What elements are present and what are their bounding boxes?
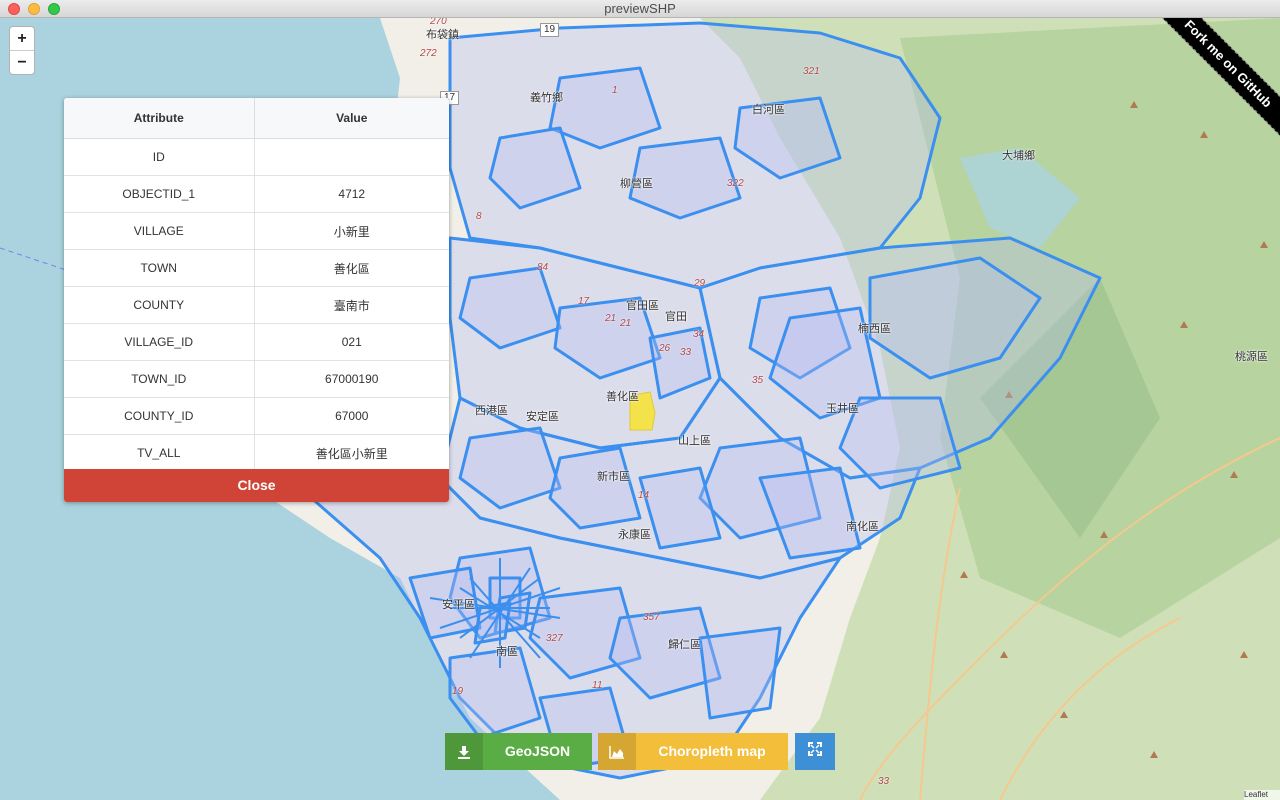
table-row: VILLAGE 小新里 [64,212,449,250]
geojson-button[interactable]: GeoJSON [445,733,592,770]
table-row: OBJECTID_1 4712 [64,175,449,213]
road-shield: 19 [540,23,560,37]
attribute-cell: TOWN [64,249,255,287]
map-label-guantian-district: 官田區 [626,300,659,312]
map-label-anding: 安定區 [526,411,559,423]
map-label-xigang: 西港區 [475,405,508,417]
table-row: TOWN 善化區 [64,249,449,287]
road-number: 270 [430,18,447,27]
road-number: 33 [680,347,692,358]
map-label-dapu: 大埔鄉 [1002,150,1035,162]
window-title: previewSHP [604,1,676,16]
value-cell [254,138,449,176]
road-number: 17 [578,296,590,307]
attribute-cell: VILLAGE [64,212,255,250]
map-label-xinshi: 新市區 [597,471,630,483]
attribute-table: Attribute Value ID OBJECTID_1 4712 VILLAG… [64,98,449,469]
attribute-table-scroll[interactable]: Attribute Value ID OBJECTID_1 4712 VILLAG… [64,98,449,469]
road-number: 19 [452,686,464,697]
road-number: 33 [878,776,890,787]
table-row: TV_ALL 善化區小新里 [64,434,449,469]
attribute-cell: OBJECTID_1 [64,175,255,213]
fullscreen-icon [808,742,822,761]
road-number: 11 [592,680,603,691]
map-label-taoyuan: 桃源區 [1235,351,1268,363]
value-cell: 善化區 [254,249,449,287]
map-label-baihe: 白河區 [752,104,785,116]
value-cell: 021 [254,323,449,361]
fullscreen-button[interactable] [795,733,835,770]
table-row: VILLAGE_ID 021 [64,323,449,361]
choropleth-button-label: Choropleth map [658,743,766,759]
map-label-budai: 布袋鎮 [426,29,459,41]
map-label-gueiren: 歸仁區 [668,639,701,651]
map-label-yujing: 玉井區 [826,403,859,415]
road-number: 26 [659,343,671,354]
map-label-nanxi: 楠西區 [858,323,891,335]
attribute-cell: TV_ALL [64,434,255,469]
download-icon [445,733,483,770]
map-label-shanhua: 善化區 [606,391,639,403]
map-label-liuying: 柳營區 [620,178,653,190]
map-view[interactable]: 布袋鎮 義竹鄉 大埔鄉 官田 官田區 楠西區 桃源區 善化區 山上區 新市區 南… [0,18,1280,800]
map-label-yizhu: 義竹鄉 [530,92,563,104]
zoom-out-button[interactable]: − [10,51,34,74]
value-cell: 67000 [254,397,449,435]
zoom-control: + − [9,26,35,75]
value-cell: 臺南市 [254,286,449,324]
map-label-guantian: 官田 [665,311,687,323]
road-number: 34 [693,329,705,340]
value-cell: 67000190 [254,360,449,398]
attribute-cell: TOWN_ID [64,360,255,398]
zoom-in-button[interactable]: + [10,27,34,51]
map-label-south: 南區 [496,646,518,658]
map-attribution[interactable]: Leaflet [1244,790,1280,800]
map-label-anping: 安平區 [442,599,475,611]
map-label-nanhua: 南化區 [846,521,879,533]
road-number: 29 [694,278,706,289]
table-row: ID [64,138,449,176]
title-bar: previewSHP [0,0,1280,18]
app-window: previewSHP 布袋鎮 義竹鄉 大埔鄉 官田 官田區 楠西區 桃源區 善化… [0,0,1280,800]
road-number: 322 [727,178,744,189]
attribute-cell: ID [64,138,255,176]
area-chart-icon [598,733,636,770]
value-cell: 4712 [254,175,449,213]
road-number: 357 [643,612,660,623]
table-row: TOWN_ID 67000190 [64,360,449,398]
road-number: 21 [620,318,632,329]
table-row: COUNTY 臺南市 [64,286,449,324]
road-number: 84 [537,262,549,273]
map-label-shanshang: 山上區 [678,435,711,447]
column-header-value: Value [254,98,449,139]
choropleth-map-button[interactable]: Choropleth map [598,733,788,770]
value-cell: 善化區小新里 [254,434,449,469]
attribute-cell: VILLAGE_ID [64,323,255,361]
road-number: 327 [546,633,563,644]
road-number: 21 [605,313,617,324]
road-number: 14 [638,490,650,501]
geojson-button-label: GeoJSON [504,743,571,759]
table-header-row: Attribute Value [64,98,449,139]
close-button[interactable]: Close [64,469,449,502]
table-row: COUNTY_ID 67000 [64,397,449,435]
road-number: 272 [420,48,437,59]
road-number: 35 [752,375,764,386]
attribute-cell: COUNTY_ID [64,397,255,435]
road-number: 1 [612,85,618,96]
road-number: 321 [803,66,820,77]
attribute-panel: Attribute Value ID OBJECTID_1 4712 VILLAG… [64,98,449,502]
attribute-cell: COUNTY [64,286,255,324]
value-cell: 小新里 [254,212,449,250]
road-number: 8 [476,211,482,222]
map-label-yongkang: 永康區 [618,529,651,541]
column-header-attribute: Attribute [64,98,255,139]
